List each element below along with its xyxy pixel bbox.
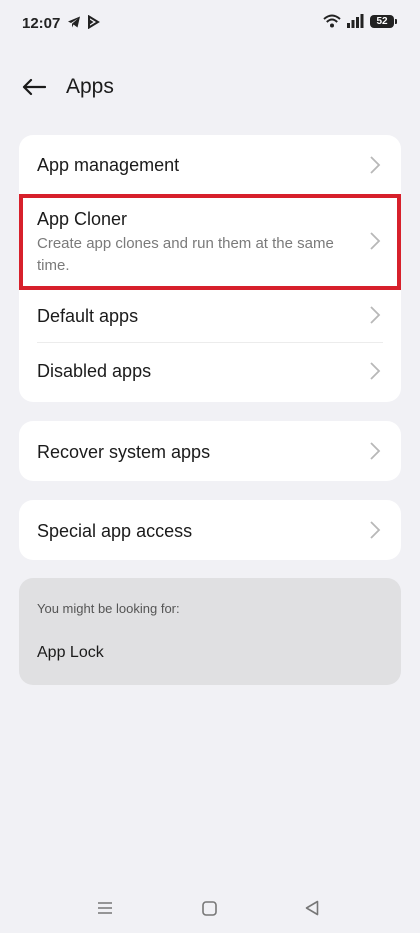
- wifi-icon: [323, 14, 341, 28]
- home-button[interactable]: [194, 895, 224, 921]
- chevron-right-icon: [370, 156, 381, 174]
- disabled-apps-item[interactable]: Disabled apps: [19, 343, 401, 402]
- chevron-right-icon: [370, 442, 381, 460]
- apps-settings-group: App management App Cloner Create app clo…: [19, 135, 401, 402]
- special-app-access-label: Special app access: [37, 521, 193, 541]
- chevron-right-icon: [370, 521, 381, 539]
- recents-button[interactable]: [90, 895, 120, 921]
- navigation-bar: [0, 885, 420, 933]
- play-icon: [88, 15, 100, 29]
- battery-icon: 52: [370, 14, 397, 28]
- menu-icon: [98, 902, 112, 914]
- recover-system-apps-label: Recover system apps: [37, 442, 211, 462]
- chevron-right-icon: [370, 232, 381, 250]
- default-apps-item[interactable]: Default apps: [19, 292, 401, 343]
- suggestions-label: You might be looking for:: [37, 601, 180, 616]
- disabled-apps-label: Disabled apps: [37, 361, 152, 381]
- page-title: Apps: [66, 75, 114, 98]
- default-apps-label: Default apps: [37, 306, 139, 326]
- header: Apps: [0, 60, 420, 114]
- battery-level: 52: [376, 15, 388, 27]
- app-lock-link[interactable]: App Lock: [37, 644, 104, 662]
- app-cloner-label: App Cloner: [37, 209, 128, 229]
- app-cloner-item[interactable]: App Cloner Create app clones and run the…: [19, 194, 401, 292]
- status-time: 12:07: [22, 15, 61, 32]
- back-nav-button[interactable]: [297, 895, 327, 921]
- suggestions-card: You might be looking for: App Lock: [19, 578, 401, 685]
- arrow-left-icon: [22, 78, 46, 96]
- telegram-icon: [68, 16, 80, 28]
- app-cloner-description: Create app clones and run them at the sa…: [37, 235, 334, 274]
- chevron-right-icon: [370, 306, 381, 324]
- app-management-item[interactable]: App management: [19, 135, 401, 194]
- square-icon: [201, 900, 217, 916]
- app-management-label: App management: [37, 155, 180, 175]
- special-app-access-item[interactable]: Special app access: [19, 500, 401, 560]
- signal-icon: [347, 14, 364, 28]
- recover-system-apps-item[interactable]: Recover system apps: [19, 421, 401, 481]
- chevron-right-icon: [370, 362, 381, 380]
- status-bar: 12:07 52: [0, 0, 420, 48]
- triangle-back-icon: [305, 900, 319, 916]
- back-button[interactable]: [18, 72, 50, 102]
